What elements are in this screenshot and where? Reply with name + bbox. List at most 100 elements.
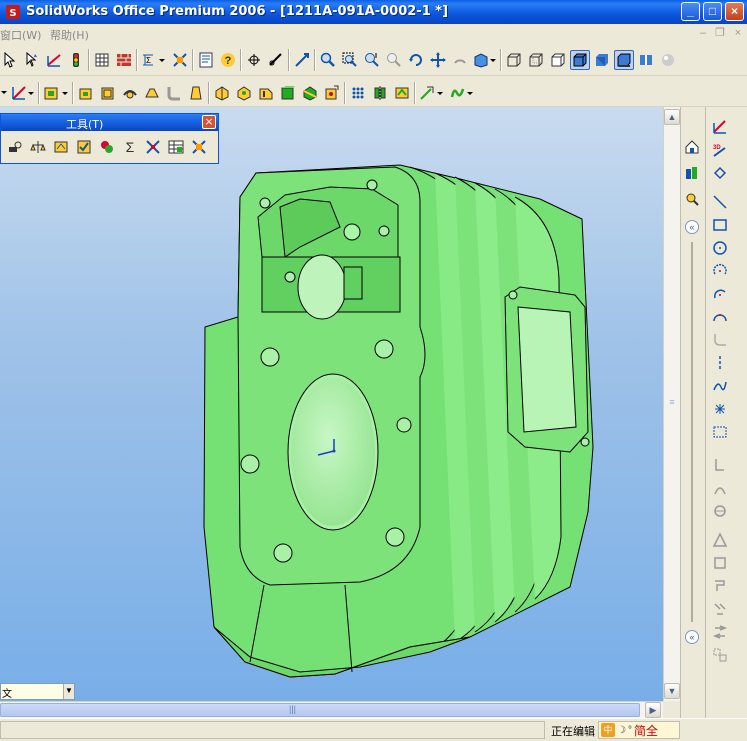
select-arrow-icon[interactable] <box>0 50 20 70</box>
3-point-arc-icon[interactable] <box>710 307 730 327</box>
geometry-analysis-icon[interactable] <box>97 137 117 157</box>
centerpoint-arc-icon[interactable] <box>710 261 730 281</box>
design-table-icon[interactable] <box>166 137 186 157</box>
extend-icon[interactable] <box>710 576 730 596</box>
shaded-with-edges-icon[interactable] <box>570 50 590 70</box>
move-entities-icon[interactable] <box>710 622 730 642</box>
moon-icon[interactable]: ☽ <box>617 725 626 736</box>
measure-icon[interactable] <box>266 50 286 70</box>
scroll-down-button[interactable]: ▼ <box>664 683 680 699</box>
maximize-button[interactable]: □ <box>703 2 722 21</box>
revolve-boss-icon[interactable] <box>98 83 118 103</box>
standard-views-icon[interactable] <box>472 50 498 70</box>
convert-entities-icon[interactable] <box>710 530 730 550</box>
rib-icon[interactable] <box>234 83 254 103</box>
split-line-icon[interactable] <box>300 83 320 103</box>
ime-status-bar[interactable]: 中 ☽ ° 简全 <box>598 721 680 739</box>
properties-icon[interactable] <box>196 50 216 70</box>
mass-properties-icon[interactable] <box>28 137 48 157</box>
trim-icon[interactable] <box>710 553 730 573</box>
point-icon[interactable] <box>710 399 730 419</box>
unit-select[interactable]: 文 ▼ <box>0 683 75 700</box>
menu-window[interactable]: 窗口(W) <box>0 27 41 43</box>
shell-icon[interactable] <box>212 83 232 103</box>
expand-pane-button[interactable]: « <box>685 630 699 644</box>
curves-icon[interactable] <box>42 83 70 103</box>
3d-sketch-icon[interactable]: 3D <box>710 140 730 160</box>
select-filter-icon[interactable] <box>22 50 42 70</box>
ime-label[interactable]: 简全 <box>634 722 658 739</box>
shadows-icon[interactable] <box>614 50 634 70</box>
chevron-down-icon[interactable]: ▼ <box>63 684 74 699</box>
tangent-arc-icon[interactable] <box>710 284 730 304</box>
punctuation-icon[interactable]: ° <box>628 725 632 736</box>
mdi-minimize-button[interactable]: – <box>697 27 709 39</box>
dome-icon[interactable] <box>278 83 298 103</box>
tools-toolbar-floating[interactable]: 工具(T) × Σ <box>0 113 219 164</box>
section-properties-icon[interactable] <box>51 137 71 157</box>
fillet-icon[interactable] <box>164 83 184 103</box>
sketch-tool-icon[interactable] <box>710 117 730 137</box>
realview-icon[interactable] <box>658 50 678 70</box>
linear-pattern-icon[interactable] <box>322 83 342 103</box>
zoom-area-icon[interactable] <box>340 50 360 70</box>
instant3d-icon[interactable] <box>418 83 446 103</box>
loft-icon[interactable] <box>142 83 162 103</box>
pan-icon[interactable] <box>428 50 448 70</box>
mdi-close-button[interactable]: × <box>732 27 744 39</box>
collapse-pane-button[interactable]: « <box>685 220 699 234</box>
symmetry-check-icon[interactable] <box>189 137 209 157</box>
sketch-fillet-icon[interactable] <box>710 330 730 350</box>
rotate-view-icon[interactable] <box>406 50 426 70</box>
rectangle-icon[interactable] <box>710 215 730 235</box>
hidden-lines-visible-icon[interactable] <box>526 50 546 70</box>
offset-entities-icon[interactable] <box>710 501 730 521</box>
feature-statistics-icon[interactable] <box>143 137 163 157</box>
mate-icon[interactable] <box>170 50 190 70</box>
centerline-icon[interactable] <box>710 353 730 373</box>
help-icon[interactable]: ? <box>218 50 238 70</box>
horizontal-scrollbar[interactable]: ||| ▶ <box>0 701 663 718</box>
tools-toolbar-close-button[interactable]: × <box>202 115 216 129</box>
view-orient-icon[interactable] <box>292 50 312 70</box>
traffic-light-icon[interactable] <box>66 50 86 70</box>
brick-wall-icon[interactable] <box>114 50 134 70</box>
text-icon[interactable] <box>710 422 730 442</box>
roll-view-icon[interactable] <box>450 50 470 70</box>
zoom-in-out-icon[interactable] <box>362 50 382 70</box>
rotate-entities-icon[interactable] <box>710 645 730 665</box>
ime-mode-icon[interactable]: 中 <box>601 723 615 737</box>
linear-sketch-pattern-icon[interactable] <box>710 599 730 619</box>
tools-toolbar-titlebar[interactable]: 工具(T) × <box>1 114 218 131</box>
sweep-icon[interactable] <box>120 83 140 103</box>
mdi-restore-button[interactable]: ❐ <box>714 27 726 39</box>
circle-icon[interactable] <box>710 238 730 258</box>
freeform-icon[interactable] <box>448 83 476 103</box>
grid-icon[interactable] <box>92 50 112 70</box>
rebuild-icon[interactable] <box>244 50 264 70</box>
measure-tool-icon[interactable] <box>5 137 25 157</box>
minimize-button[interactable]: _ <box>681 2 700 21</box>
draft-icon[interactable] <box>186 83 206 103</box>
reference-geometry-icon[interactable] <box>10 83 36 103</box>
circular-pattern-icon[interactable] <box>348 83 368 103</box>
zoom-fit-icon[interactable] <box>318 50 338 70</box>
home-icon[interactable] <box>682 137 702 157</box>
sketch-icon[interactable] <box>44 50 64 70</box>
toolbar-arrow-icon[interactable] <box>0 83 8 103</box>
zoom-selection-icon[interactable] <box>384 50 404 70</box>
wireframe-icon[interactable] <box>504 50 524 70</box>
cylinder-model[interactable] <box>0 107 663 701</box>
smart-dimension-icon[interactable] <box>710 163 730 183</box>
vertical-scrollbar[interactable]: ▲ ≡ ▼ <box>663 107 680 701</box>
scroll-thumb[interactable]: ||| <box>0 703 640 717</box>
extrude-boss-icon[interactable] <box>76 83 96 103</box>
file-explorer-icon[interactable] <box>682 189 702 209</box>
shaded-icon[interactable] <box>592 50 612 70</box>
check-icon[interactable] <box>74 137 94 157</box>
equations-icon[interactable]: Σ <box>120 137 140 157</box>
mirror-icon[interactable] <box>370 83 390 103</box>
mirror-entities-icon[interactable] <box>710 478 730 498</box>
construction-geometry-icon[interactable] <box>710 455 730 475</box>
close-button[interactable]: × <box>725 2 744 21</box>
